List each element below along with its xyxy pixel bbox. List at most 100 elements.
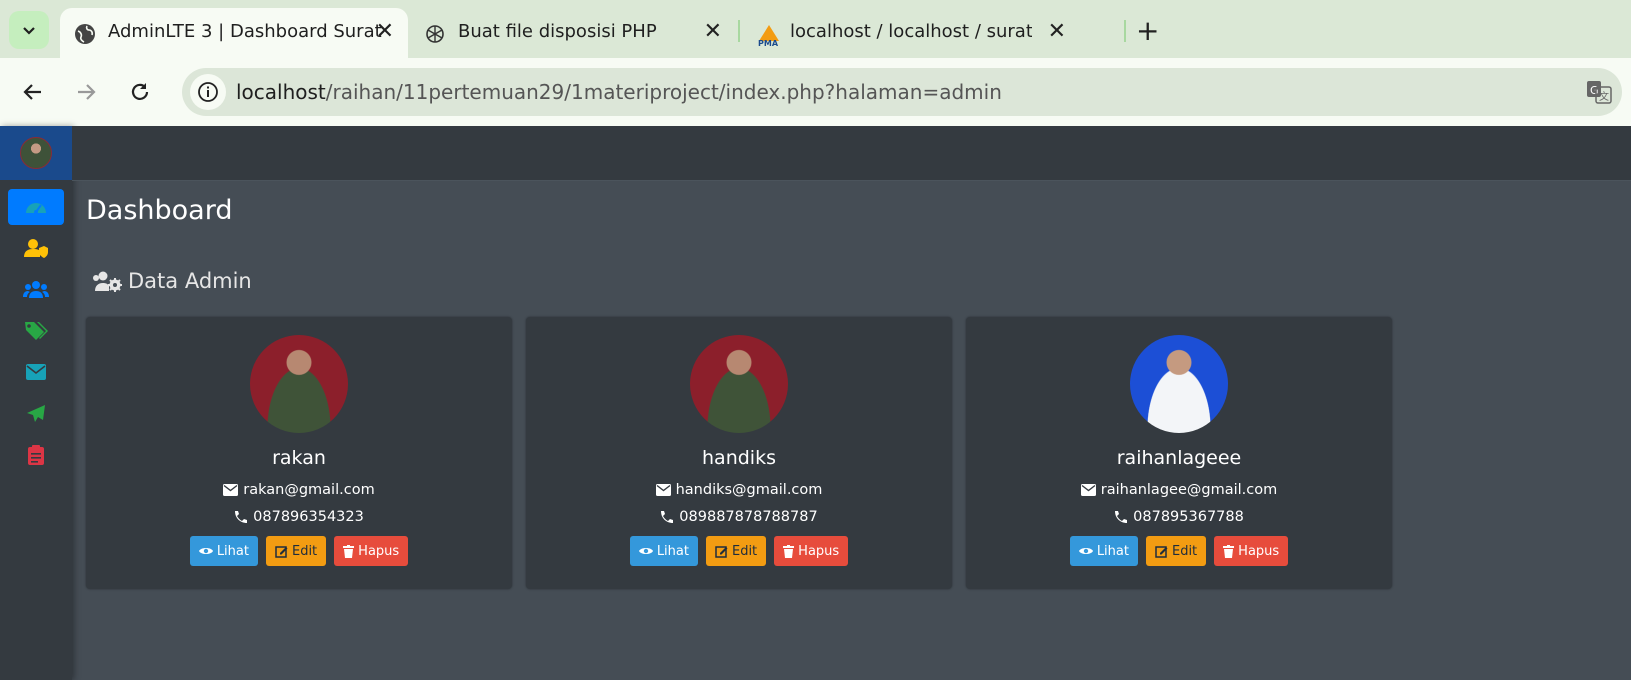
admin-phone: 089887878788787 <box>679 509 818 525</box>
back-button[interactable] <box>17 76 49 108</box>
admin-name: rakan <box>272 447 326 469</box>
view-label: Lihat <box>1096 543 1129 559</box>
sidebar-item-admin[interactable] <box>8 230 64 266</box>
address-bar[interactable]: localhost/raihan/11pertemuan29/1materipr… <box>182 68 1622 116</box>
browser-toolbar: localhost/raihan/11pertemuan29/1materipr… <box>0 58 1631 126</box>
eye-icon <box>1078 548 1093 554</box>
url-text[interactable]: localhost/raihan/11pertemuan29/1materipr… <box>236 80 1002 104</box>
envelope-icon <box>1080 484 1096 496</box>
openai-icon <box>426 25 444 43</box>
sidebar-item-tags[interactable] <box>8 313 64 349</box>
admin-photo <box>1130 335 1228 433</box>
admin-photo <box>690 335 788 433</box>
edit-label: Edit <box>1171 543 1198 559</box>
sidebar-item-mail[interactable] <box>8 354 64 390</box>
tab-disposisi[interactable]: Buat file disposisi PHP ✕ <box>410 8 736 58</box>
delete-button[interactable]: Hapus <box>334 536 409 566</box>
admin-actions: Lihat Edit Hapus <box>526 536 952 566</box>
new-tab-button[interactable]: + <box>1136 14 1159 47</box>
envelope-icon <box>223 484 239 496</box>
admin-email: handiks@gmail.com <box>675 482 823 498</box>
view-button[interactable]: Lihat <box>629 536 698 566</box>
view-button[interactable]: Lihat <box>1069 536 1138 566</box>
tab-label: AdminLTE 3 | Dashboard Surat <box>108 21 382 42</box>
trash-icon <box>1223 544 1235 558</box>
edit-icon <box>275 545 288 558</box>
forward-button[interactable] <box>70 76 102 108</box>
admin-phone-line: 089887878788787 <box>526 509 952 525</box>
tab-dashboard[interactable]: AdminLTE 3 | Dashboard Surat ✕ <box>60 8 408 58</box>
admin-photo <box>250 335 348 433</box>
admin-card: raihanlageee raihanlagee@gmail.com 08789… <box>966 317 1392 589</box>
brand-avatar <box>20 137 52 169</box>
phone-icon <box>661 511 674 523</box>
admin-phone: 087896354323 <box>253 509 364 525</box>
users-icon <box>23 281 49 298</box>
edit-button[interactable]: Edit <box>265 536 327 566</box>
admin-email-line: handiks@gmail.com <box>526 482 952 498</box>
user-shield-icon <box>24 239 48 258</box>
envelope-icon <box>26 364 46 380</box>
edit-icon <box>1155 545 1168 558</box>
sidebar <box>0 126 72 680</box>
view-label: Lihat <box>656 543 689 559</box>
admin-email-line: rakan@gmail.com <box>86 482 512 498</box>
phone-icon <box>235 511 248 523</box>
close-icon[interactable]: ✕ <box>704 19 722 44</box>
reload-button[interactable] <box>124 76 156 108</box>
section-title: Data Admin <box>92 269 252 293</box>
tags-icon <box>25 322 48 340</box>
admin-email-line: raihanlagee@gmail.com <box>966 482 1392 498</box>
sidebar-item-users[interactable] <box>8 271 64 307</box>
tab-separator <box>1124 20 1126 42</box>
users-cog-icon <box>93 271 122 292</box>
admin-email: raihanlagee@gmail.com <box>1100 482 1278 498</box>
browser-tab-bar: AdminLTE 3 | Dashboard Surat ✕ Buat file… <box>0 0 1631 58</box>
sidebar-item-clipboard[interactable] <box>8 437 64 473</box>
admin-actions: Lihat Edit Hapus <box>966 536 1392 566</box>
svg-text:G: G <box>1590 84 1599 97</box>
arrow-right-icon <box>78 84 96 100</box>
delete-button[interactable]: Hapus <box>774 536 849 566</box>
close-icon[interactable]: ✕ <box>1048 19 1066 44</box>
tab-search-button[interactable] <box>9 11 49 49</box>
edit-label: Edit <box>291 543 318 559</box>
admin-phone-line: 087895367788 <box>966 509 1392 525</box>
admin-card: handiks handiks@gmail.com 08988787878878… <box>526 317 952 589</box>
edit-button[interactable]: Edit <box>1145 536 1207 566</box>
eye-icon <box>638 548 653 554</box>
admin-card: rakan rakan@gmail.com 087896354323 Lihat… <box>86 317 512 589</box>
tab-phpmyadmin[interactable]: PMA localhost / localhost / surat_ma ✕ <box>742 8 1080 58</box>
view-label: Lihat <box>216 543 249 559</box>
edit-label: Edit <box>731 543 758 559</box>
sidebar-item-dashboard[interactable] <box>8 189 64 225</box>
tab-separator <box>738 20 740 42</box>
chevron-down-icon <box>23 27 35 35</box>
edit-icon <box>715 545 728 558</box>
eye-icon <box>198 548 213 554</box>
sidebar-item-send[interactable] <box>8 396 64 432</box>
edit-button[interactable]: Edit <box>705 536 767 566</box>
page-title: Dashboard <box>86 195 233 226</box>
trash-icon <box>343 544 355 558</box>
brand-logo[interactable] <box>0 126 72 180</box>
admin-phone-line: 087896354323 <box>86 509 512 525</box>
url-host: localhost <box>236 80 326 104</box>
envelope-icon <box>655 484 671 496</box>
admin-email: rakan@gmail.com <box>243 482 375 498</box>
admin-phone: 087895367788 <box>1133 509 1244 525</box>
top-navbar <box>72 126 1631 181</box>
svg-text:PMA: PMA <box>758 39 779 47</box>
arrow-left-icon <box>23 84 41 100</box>
tachometer-icon <box>26 203 46 214</box>
delete-button[interactable]: Hapus <box>1214 536 1289 566</box>
admin-name: handiks <box>702 447 776 469</box>
info-icon <box>198 82 218 102</box>
site-info-button[interactable] <box>190 74 226 110</box>
admin-name: raihanlageee <box>1116 447 1242 469</box>
translate-icon[interactable]: G文 <box>1586 80 1612 104</box>
view-button[interactable]: Lihat <box>189 536 258 566</box>
close-icon[interactable]: ✕ <box>376 19 394 44</box>
phone-icon <box>1115 511 1128 523</box>
svg-text:文: 文 <box>1599 90 1609 103</box>
